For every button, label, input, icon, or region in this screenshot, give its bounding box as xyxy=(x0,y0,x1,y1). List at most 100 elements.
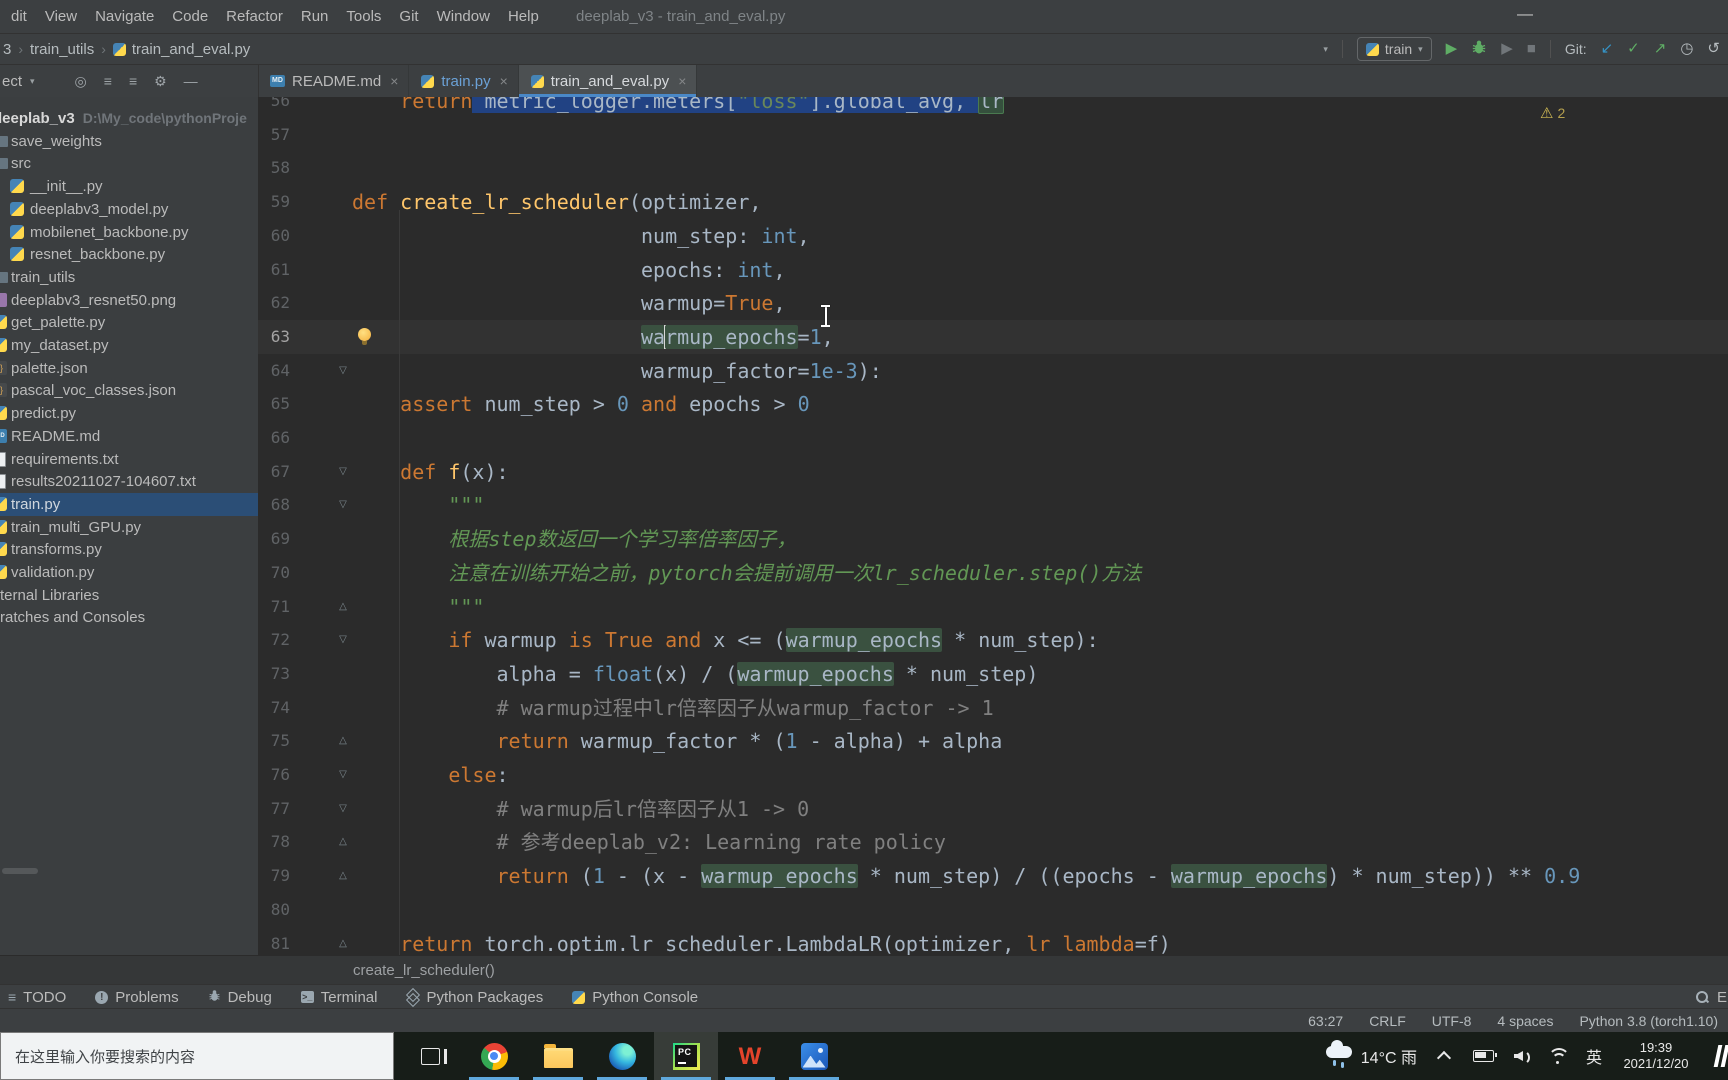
tree-item-ratches-and-Consoles[interactable]: ratches and Consoles xyxy=(0,606,258,629)
menu-run[interactable]: Run xyxy=(292,0,338,33)
fold-expanded-icon[interactable]: ▽ xyxy=(334,758,352,792)
menu-help[interactable]: Help xyxy=(499,0,548,33)
tree-item-__init__.py[interactable]: __init__.py xyxy=(0,175,258,198)
fold-end-icon[interactable]: △ xyxy=(334,859,352,893)
line-ending[interactable]: CRLF xyxy=(1369,1013,1406,1029)
menu-code[interactable]: Code xyxy=(163,0,217,33)
tab-train.py[interactable]: train.py × xyxy=(409,65,519,97)
file-encoding[interactable]: UTF-8 xyxy=(1432,1013,1472,1029)
wps-taskbar-button[interactable]: W xyxy=(718,1032,782,1080)
code-line-72[interactable]: 72 ▽ if warmup is True and x <= (warmup_e… xyxy=(258,623,1728,657)
tab-train_and_eval.py[interactable]: train_and_eval.py × xyxy=(518,65,698,97)
tree-item-save_weights[interactable]: save_weights xyxy=(0,130,258,153)
close-icon[interactable]: × xyxy=(390,73,398,89)
code-line-59[interactable]: 59 def create_lr_scheduler(optimizer, xyxy=(258,185,1728,219)
tree-item-my_dataset.py[interactable]: my_dataset.py xyxy=(0,334,258,357)
close-icon[interactable]: × xyxy=(500,73,508,89)
git-update-icon[interactable]: ↙ xyxy=(1601,34,1614,64)
chrome-taskbar-button[interactable] xyxy=(462,1032,526,1080)
horizontal-scrollbar[interactable] xyxy=(2,868,38,874)
fold-end-icon[interactable]: △ xyxy=(334,825,352,859)
code-line-79[interactable]: 79 △ return (1 - (x - warmup_epochs * num… xyxy=(258,859,1728,893)
tree-item-transforms.py[interactable]: transforms.py xyxy=(0,538,258,561)
tree-item-pascal_voc_classes.json[interactable]: {} pascal_voc_classes.json xyxy=(0,379,258,402)
tree-item-resnet_backbone.py[interactable]: resnet_backbone.py xyxy=(0,243,258,266)
menu-refactor[interactable]: Refactor xyxy=(217,0,292,33)
user-account-button[interactable]: ▾ xyxy=(1320,44,1328,55)
tab-README.md[interactable]: MD README.md × xyxy=(258,65,410,97)
tree-item-get_palette.py[interactable]: get_palette.py xyxy=(0,311,258,334)
code-line-57[interactable]: 57 xyxy=(258,118,1728,152)
task-view-taskbar-button[interactable] xyxy=(398,1032,462,1080)
tree-item-mobilenet_backbone.py[interactable]: mobilenet_backbone.py xyxy=(0,221,258,244)
collapse-all-icon[interactable]: ≡ xyxy=(129,73,137,89)
fold-end-icon[interactable]: △ xyxy=(334,724,352,758)
tree-item-predict.py[interactable]: predict.py xyxy=(0,402,258,425)
battery-icon[interactable] xyxy=(1472,1050,1497,1062)
project-panel-header[interactable]: ect ▾ ◎ ≡ ≡ ⚙ — xyxy=(0,65,259,97)
hide-panel-icon[interactable]: — xyxy=(184,73,198,89)
code-line-61[interactable]: 61 epochs: int, xyxy=(258,253,1728,287)
python-interpreter[interactable]: Python 3.8 (torch1.10) xyxy=(1579,1013,1718,1029)
run-configuration-selector[interactable]: train ▾ xyxy=(1356,37,1432,61)
expand-all-icon[interactable]: ≡ xyxy=(104,73,112,89)
ink-workspace-icon-clipped[interactable] xyxy=(1714,1044,1728,1068)
code-line-66[interactable]: 66 xyxy=(258,421,1728,455)
code-line-67[interactable]: 67 ▽ def f(x): xyxy=(258,455,1728,489)
tree-item-train.py[interactable]: train.py xyxy=(0,492,258,516)
toolwindow-debug[interactable]: Debug xyxy=(208,989,272,1006)
menu-tools[interactable]: Tools xyxy=(337,0,390,33)
wifi-icon[interactable] xyxy=(1547,1047,1570,1064)
code-line-56[interactable]: 56 return metric_logger.meters["loss"].g… xyxy=(258,97,1728,118)
explorer-taskbar-button[interactable] xyxy=(526,1032,590,1080)
tree-item-deeplab_v3[interactable]: deeplab_v3 D:\My_code\pythonProje xyxy=(0,107,258,130)
toolwindow-problems[interactable]: ! Problems xyxy=(95,989,179,1006)
toolwindow-python-packages[interactable]: Python Packages xyxy=(406,989,543,1006)
windows-search-box[interactable]: 在这里输入你要搜索的内容 xyxy=(0,1032,394,1080)
git-push-icon[interactable]: ↗ xyxy=(1654,34,1667,64)
minimize-button[interactable]: — xyxy=(1508,0,1542,30)
code-line-69[interactable]: 69 根据step数返回一个学习率倍率因子， xyxy=(258,522,1728,556)
code-line-64[interactable]: 64 ▽ warmup_factor=1e-3): xyxy=(258,354,1728,388)
rollback-icon[interactable]: ↺ xyxy=(1707,34,1720,64)
editor-breadcrumb[interactable]: create_lr_scheduler() xyxy=(353,956,495,985)
code-line-78[interactable]: 78 △ # 参考deeplab_v2: Learning rate policy xyxy=(258,825,1728,859)
tree-item-README.md[interactable]: MD README.md xyxy=(0,425,258,448)
code-line-70[interactable]: 70 注意在训练开始之前，pytorch会提前调用一次lr_scheduler.… xyxy=(258,556,1728,590)
code-line-77[interactable]: 77 ▽ # warmup后lr倍率因子从1 -> 0 xyxy=(258,792,1728,826)
menu-navigate[interactable]: Navigate xyxy=(86,0,163,33)
tree-item-deeplabv3_model.py[interactable]: deeplabv3_model.py xyxy=(0,198,258,221)
clock[interactable]: 19:39 2021/12/20 xyxy=(1616,1040,1696,1072)
breadcrumb-folder[interactable]: train_utils xyxy=(30,41,94,58)
fold-end-icon[interactable]: △ xyxy=(334,927,352,956)
code-line-75[interactable]: 75 △ return warmup_factor * (1 - alpha) +… xyxy=(258,724,1728,758)
code-line-65[interactable]: 65 assert num_step > 0 and epochs > 0 xyxy=(258,387,1728,421)
code-line-81[interactable]: 81 △ return torch.optim.lr_scheduler.Lamb… xyxy=(258,927,1728,956)
code-line-68[interactable]: 68 ▽ """ xyxy=(258,488,1728,522)
toolwindow-terminal[interactable]: >_ Terminal xyxy=(300,989,377,1006)
edge-taskbar-button[interactable] xyxy=(590,1032,654,1080)
code-line-73[interactable]: 73 alpha = float(x) / (warmup_epochs * n… xyxy=(258,657,1728,691)
menu-window[interactable]: Window xyxy=(428,0,499,33)
tree-item-validation.py[interactable]: validation.py xyxy=(0,561,258,584)
tree-item-requirements.txt[interactable]: requirements.txt xyxy=(0,448,258,471)
inspection-warning-badge[interactable]: ⚠ 2 xyxy=(1540,104,1565,122)
tree-item-ternal-Libraries[interactable]: ternal Libraries xyxy=(0,584,258,607)
tree-item-results20211027-104607.txt[interactable]: results20211027-104607.txt xyxy=(0,470,258,493)
tree-item-train_utils[interactable]: train_utils xyxy=(0,266,258,289)
gear-icon[interactable]: ⚙ xyxy=(154,73,167,90)
weather-icon[interactable] xyxy=(1325,1040,1352,1066)
tree-item-deeplabv3_resnet50.png[interactable]: deeplabv3_resnet50.png xyxy=(0,289,258,312)
tree-item-palette.json[interactable]: {} palette.json xyxy=(0,357,258,380)
menu-view[interactable]: View xyxy=(36,0,86,33)
fold-expanded-icon[interactable]: ▽ xyxy=(334,623,352,657)
locate-file-icon[interactable]: ◎ xyxy=(75,73,87,90)
speaker-icon[interactable] xyxy=(1514,1049,1530,1065)
code-line-60[interactable]: 60 num_step: int, xyxy=(258,219,1728,253)
indent-setting[interactable]: 4 spaces xyxy=(1497,1013,1553,1029)
caret-position[interactable]: 63:27 xyxy=(1308,1013,1343,1029)
fold-expanded-icon[interactable]: ▽ xyxy=(334,488,352,522)
fold-expanded-icon[interactable]: ▽ xyxy=(334,455,352,489)
git-commit-icon[interactable]: ✓ xyxy=(1627,34,1640,64)
search-icon[interactable] xyxy=(1695,990,1709,1004)
